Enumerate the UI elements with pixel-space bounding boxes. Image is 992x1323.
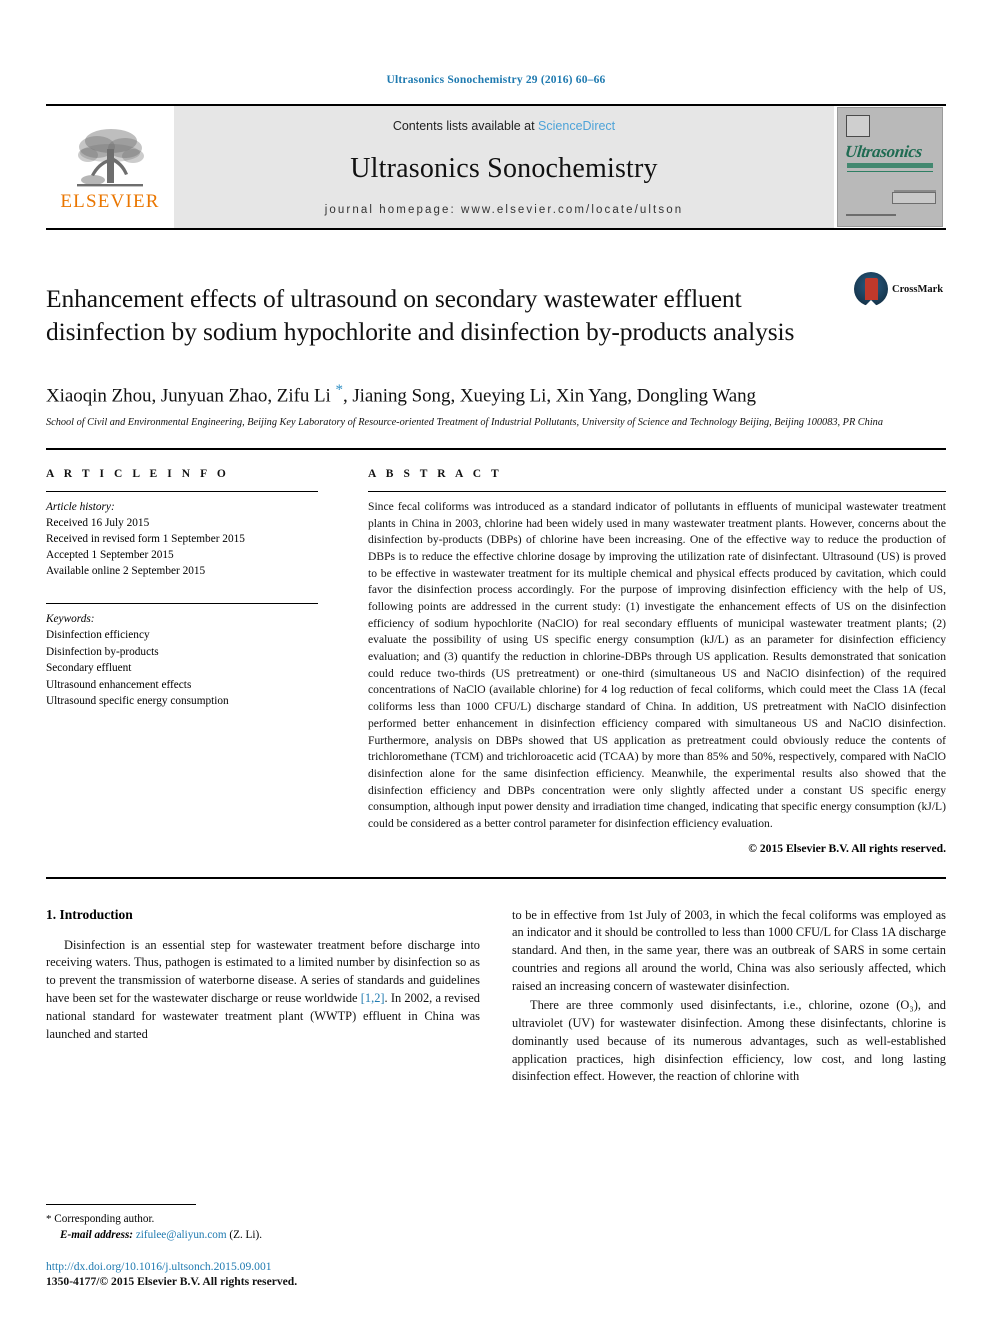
elsevier-tree-icon [77,129,144,187]
keywords-rule [46,603,318,605]
keyword-item: Ultrasound specific energy consumption [46,694,229,707]
affiliation: School of Civil and Environmental Engine… [46,417,883,429]
cover-footer-box [892,192,936,204]
journal-homepage-link[interactable]: journal homepage: www.elsevier.com/locat… [325,204,683,216]
article-info-column: A R T I C L E I N F O Article history: R… [46,468,346,855]
keyword-item: Disinfection by-products [46,645,159,658]
article-info-rule [46,490,318,492]
elsevier-logo: ELSEVIER [46,106,174,228]
keyword-item: Ultrasound enhancement effects [46,678,192,691]
history-online: Available online 2 September 2015 [46,565,206,577]
contents-available-line: Contents lists available at ScienceDirec… [393,119,615,133]
elsevier-wordmark: ELSEVIER [60,191,160,212]
abstract-copyright: © 2015 Elsevier B.V. All rights reserved… [748,841,946,855]
contents-prefix: Contents lists available at [392,119,539,133]
crossmark-icon [854,272,888,306]
journal-cover: Ultrasonics [834,106,946,228]
keywords-block: Keywords: Disinfection efficiency Disinf… [46,603,318,709]
history-revised: Received in revised form 1 September 201… [46,532,245,545]
article-info-heading: A R T I C L E I N F O [46,467,230,480]
corresponding-author-note: * Corresponding author. [46,1212,478,1228]
email-link[interactable]: zifulee@aliyun.com [136,1229,227,1241]
body-column-right: to be in effective from 1st July of 2003… [512,907,946,1087]
corresponding-author-marker: * [335,381,343,398]
header-divider [46,447,946,450]
crossmark-label: CrossMark [892,283,944,295]
body-column-left: 1. Introduction Disinfection is an essen… [46,907,480,1087]
intro-paragraph-right-1: to be in effective from 1st July of 2003… [512,907,946,994]
footnote-block: * Corresponding author. E-mail address: … [46,1203,478,1290]
footnote-divider [46,1203,196,1205]
email-note: E-mail address: zifulee@aliyun.com (Z. L… [46,1228,478,1244]
keyword-item: Secondary effluent [46,662,132,675]
authors-part-2: , Jianing Song, Xueying Li, Xin Yang, Do… [342,385,756,407]
cover-stamp-icon [846,115,870,137]
citation-link-1-2[interactable]: [1,2] [361,991,385,1005]
email-suffix: (Z. Li). [226,1228,263,1241]
masthead-center: Contents lists available at ScienceDirec… [174,106,834,228]
title-area: Enhancement effects of ultrasound on sec… [46,266,946,366]
body-columns: 1. Introduction Disinfection is an essen… [46,907,946,1087]
journal-title: Ultrasonics Sonochemistry [350,153,658,184]
crossmark-badge-group[interactable]: CrossMark [854,266,946,306]
corresponding-author-text: Corresponding author. [51,1212,155,1225]
cover-footer-line [846,214,896,216]
keywords-label: Keywords: [46,613,95,626]
journal-cover-image: Ultrasonics [837,107,943,227]
cover-subtitle-bar [847,163,933,168]
intro-paragraph-left: Disinfection is an essential step for wa… [46,937,480,1044]
intro-paragraph-right-2: There are three commonly used disinfecta… [512,997,946,1084]
article-history-label: Article history: [46,500,115,513]
section-heading-introduction: 1. Introduction [46,906,133,922]
keyword-item: Disinfection efficiency [46,629,150,642]
doi-block: http://dx.doi.org/10.1016/j.ultsonch.201… [46,1259,478,1290]
doi-link[interactable]: http://dx.doi.org/10.1016/j.ultsonch.201… [46,1259,478,1275]
abstract-text: Since fecal coliforms was introduced as … [368,499,946,830]
email-label: E-mail address: [60,1228,134,1241]
abstract-rule [368,490,946,492]
history-accepted: Accepted 1 September 2015 [46,548,174,561]
body-divider [46,876,946,879]
running-head: Ultrasonics Sonochemistry 29 (2016) 60–6… [386,74,606,86]
authors-part-1: Xiaoqin Zhou, Junyuan Zhao, Zifu Li [46,385,336,407]
paper-page: Ultrasonics Sonochemistry 29 (2016) 60–6… [0,0,992,1323]
info-abstract-row: A R T I C L E I N F O Article history: R… [46,468,946,855]
abstract-heading: A B S T R A C T [368,467,503,480]
author-list: Xiaoqin Zhou, Junyuan Zhao, Zifu Li *, J… [46,382,946,407]
history-received: Received 16 July 2015 [46,516,150,529]
cover-rule [847,171,933,172]
cover-wordmark: Ultrasonics [844,142,924,161]
issn-copyright: 1350-4177/© 2015 Elsevier B.V. All right… [46,1275,298,1289]
journal-masthead: ELSEVIER Contents lists available at Sci… [46,104,946,230]
sciencedirect-link[interactable]: ScienceDirect [538,119,615,133]
page-title: Enhancement effects of ultrasound on sec… [46,284,795,346]
abstract-column: A B S T R A C T Since fecal coliforms wa… [346,468,946,855]
